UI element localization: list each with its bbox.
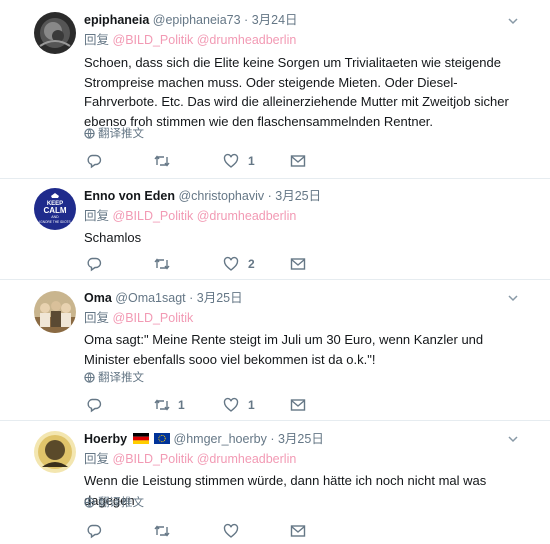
reply-context: 回复 @BILD_Politik @drumheadberlin [84, 32, 296, 48]
message-icon [290, 258, 306, 270]
separator-dot: · [267, 189, 272, 203]
globe-icon [84, 497, 95, 508]
avatar-text-calm: CALM [43, 206, 66, 215]
like-icon [223, 153, 239, 168]
tweet-text: Schoen, dass sich die Elite keine Sorgen… [84, 55, 509, 129]
user-handle[interactable]: @Oma1sagt [115, 291, 185, 305]
separator-dot: · [244, 13, 249, 27]
tweet-header: Oma @Oma1sagt · 3月25日 [84, 290, 510, 306]
reply-label: 回复 [84, 33, 110, 47]
like-icon [223, 397, 239, 412]
retweet-icon [154, 155, 170, 167]
tweet-actions [86, 523, 326, 539]
display-name[interactable]: Oma [84, 291, 112, 305]
tweet-text: Wenn die Leistung stimmen würde, dann hä… [84, 473, 487, 508]
reply-mentions[interactable]: @BILD_Politik [113, 311, 194, 325]
reply-context: 回复 @BILD_Politik [84, 310, 193, 326]
tweet-text: Schamlos [84, 230, 142, 245]
tweet[interactable]: KEEP CALM AND IGNORE THE IDIOTS Enno von… [0, 179, 550, 280]
reply-context: 回复 @BILD_Politik @drumheadberlin [84, 208, 296, 224]
reply-icon [87, 257, 102, 272]
retweet-count: 1 [178, 398, 185, 412]
reply-context: 回复 @BILD_Politik @drumheadberlin [84, 451, 296, 467]
tweet-actions: 1 1 [86, 397, 326, 413]
tweet-date[interactable]: 3月25日 [278, 432, 324, 446]
chevron-down-icon[interactable] [506, 291, 520, 305]
user-handle[interactable]: @christophaviv [178, 189, 264, 203]
avatar[interactable]: KEEP CALM AND IGNORE THE IDIOTS [34, 188, 76, 230]
message-icon [290, 525, 306, 537]
reply-icon [87, 524, 102, 539]
tweet-text: Oma sagt:" Meine Rente steigt im Juli um… [84, 332, 484, 367]
tweet[interactable]: Hoerby @hmger_hoerby · 3月25日 回复 @BILD_Po… [0, 421, 550, 544]
tweet-header: epiphaneia @epiphaneia73 · 3月24日 [84, 12, 510, 28]
user-handle[interactable]: @hmger_hoerby [174, 432, 267, 446]
message-icon [290, 399, 306, 411]
display-name[interactable]: Hoerby [84, 432, 127, 446]
separator-dot: · [189, 291, 194, 305]
translate-label: 翻译推文 [98, 128, 144, 140]
like-icon [223, 256, 239, 271]
retweet-icon [154, 399, 170, 411]
chevron-down-icon[interactable] [506, 432, 520, 446]
like-count: 2 [248, 257, 255, 271]
avatar[interactable] [34, 431, 76, 473]
like-icon [223, 523, 239, 538]
retweet-icon [154, 258, 170, 270]
display-name[interactable]: Enno von Eden [84, 189, 175, 203]
like-count: 1 [248, 154, 255, 168]
avatar[interactable] [34, 12, 76, 54]
reply-label: 回复 [84, 311, 110, 325]
reply-mentions[interactable]: @BILD_Politik @drumheadberlin [113, 452, 297, 466]
retweet-icon [154, 525, 170, 537]
tweet[interactable]: epiphaneia @epiphaneia73 · 3月24日 回复 @BIL… [0, 0, 550, 179]
user-handle[interactable]: @epiphaneia73 [153, 13, 241, 27]
separator-dot: · [270, 432, 275, 446]
avatar-text-and: AND [51, 215, 59, 219]
tweet-actions: 2 [86, 256, 326, 272]
translate-link[interactable]: 翻译推文 [84, 371, 144, 385]
avatar-text-ignore: IGNORE THE IDIOTS [39, 220, 70, 224]
reply-label: 回复 [84, 209, 110, 223]
globe-icon [84, 128, 95, 139]
avatar[interactable] [34, 291, 76, 333]
tweet-date[interactable]: 3月25日 [275, 189, 321, 203]
tweet[interactable]: Oma @Oma1sagt · 3月25日 回复 @BILD_Politik O… [0, 280, 550, 421]
tweet-date[interactable]: 3月25日 [197, 291, 243, 305]
eu-flag-icon [154, 433, 171, 444]
reply-mentions[interactable]: @BILD_Politik @drumheadberlin [113, 33, 297, 47]
reply-label: 回复 [84, 452, 110, 466]
germany-flag-icon [132, 433, 149, 444]
reply-mentions[interactable]: @BILD_Politik @drumheadberlin [113, 209, 297, 223]
chevron-down-icon[interactable] [506, 14, 520, 28]
reply-icon [87, 398, 102, 413]
tweet-date[interactable]: 3月24日 [252, 13, 298, 27]
reply-icon [87, 154, 102, 169]
tweet-header: Hoerby @hmger_hoerby · 3月25日 [84, 431, 510, 447]
translate-link[interactable]: 翻译推文 [84, 127, 144, 141]
translate-label: 翻译推文 [98, 497, 144, 509]
translate-link[interactable]: 翻译推文 [84, 496, 144, 510]
translate-label: 翻译推文 [98, 372, 144, 384]
like-count: 1 [248, 398, 255, 412]
tweet-header: Enno von Eden @christophaviv · 3月25日 [84, 188, 510, 204]
tweet-actions: 1 [86, 153, 326, 169]
message-icon [290, 155, 306, 167]
display-name[interactable]: epiphaneia [84, 13, 149, 27]
tweet-feed: epiphaneia @epiphaneia73 · 3月24日 回复 @BIL… [0, 0, 550, 544]
globe-icon [84, 372, 95, 383]
